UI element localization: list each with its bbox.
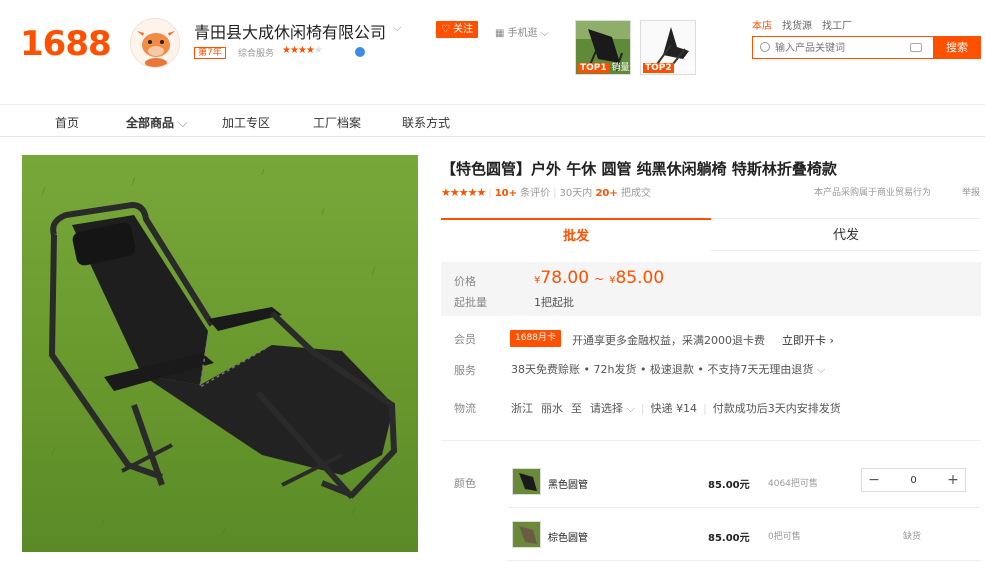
search-tab-sources[interactable]: 找货源 — [782, 21, 812, 32]
moq-label: 起批量 — [454, 296, 487, 309]
open-member-card-link[interactable]: 立即开卡 › — [782, 332, 834, 348]
quantity-input[interactable] — [892, 472, 935, 488]
mobile-shop-link[interactable]: ▦ 手机逛 ⌵ — [495, 24, 548, 39]
member-text: 开通享更多金融权益，采满2000退卡费 — [572, 334, 765, 347]
rating-stars: ★★★★★ — [441, 186, 486, 199]
shop-avatar[interactable] — [130, 18, 180, 68]
black-chair-thumbnail — [513, 469, 540, 494]
search-input[interactable] — [775, 41, 905, 55]
reviews-count[interactable]: 10+ — [495, 188, 517, 199]
member-card-badge: 1688月卡 — [510, 330, 561, 347]
shipping-info: 浙江 丽水至请选择 ⌵ | 快递 ¥14 | 付款成功后3天内安排发货 — [511, 402, 841, 415]
ship-from-province: 浙江 — [511, 402, 533, 415]
price-range: ¥78.00 ~ ¥85.00 — [534, 268, 665, 288]
sku-thumbnail[interactable] — [512, 468, 541, 495]
out-of-stock-label: 缺货 — [903, 532, 922, 542]
sales-count: 20+ — [595, 188, 618, 199]
sku-color-label: 颜色 — [454, 477, 476, 490]
tab-wholesale[interactable]: 批发 — [441, 218, 711, 251]
top-sales-item-2[interactable]: TOP2 销量 — [640, 20, 696, 75]
purchase-mode-tabs: 批发 代发 — [441, 218, 981, 251]
cow-mascot-icon — [131, 19, 179, 67]
chevron-down-icon: ⌵ — [816, 363, 826, 376]
nav-processing[interactable]: 加工专区 — [222, 114, 270, 131]
nav-home[interactable]: 首页 — [55, 114, 79, 131]
reviews-label: 条评价 — [520, 188, 551, 199]
shop-nav: 首页 全部商品 ⌵ 加工专区 工厂档案 联系方式 — [0, 104, 985, 137]
sku-name: 黑色圆管 — [548, 480, 588, 491]
quantity-stepper: − + — [861, 468, 966, 492]
sku-stock: 0把可售 — [768, 532, 801, 542]
shipping-label: 物流 — [454, 402, 476, 415]
tab-dropship[interactable]: 代发 — [711, 218, 981, 251]
increase-button[interactable]: + — [941, 469, 965, 491]
site-logo[interactable]: 1688 — [20, 24, 112, 64]
sales-period: 30天内 — [559, 188, 593, 199]
express-label: 快递 — [650, 402, 673, 415]
search-button[interactable]: 搜索 — [933, 36, 981, 59]
camera-search-icon[interactable] — [910, 43, 922, 52]
search-box — [752, 36, 933, 59]
product-stats: ★★★★★ | 10+ 条评价 | 30天内 20+ 把成交 — [441, 186, 651, 199]
chevron-down-icon: ⌵ — [178, 116, 188, 130]
shop-name[interactable]: 青田县大成休闲椅有限公司 — [194, 19, 386, 43]
sku-thumbnail[interactable] — [512, 521, 541, 548]
follow-button[interactable]: ♡ 关注 — [436, 21, 479, 38]
ship-to-select-label: 请选择 — [590, 402, 623, 415]
search-icon — [760, 42, 770, 52]
product-title: 【特色圆管】户外 午休 圆管 纯黑休闲躺椅 特斯林折叠椅款 — [441, 160, 837, 178]
sku-price: 85.00元 — [708, 480, 750, 491]
search-scope-tabs: 本店 找货源 找工厂 — [752, 17, 862, 32]
chevron-down-icon: ⌵ — [626, 402, 635, 415]
sales-label: 把成交 — [620, 188, 651, 199]
sku-name: 棕色圆管 — [548, 533, 588, 544]
sku-row: 棕色圆管 85.00元 0把可售 缺货 — [507, 521, 981, 561]
sku-selector: 颜色 黑色圆管 85.00元 4064把可售 − + 棕色圆管 85.00元 0… — [441, 440, 981, 563]
nav-all-products[interactable]: 全部商品 ⌵ — [126, 114, 187, 131]
nav-factory-profile[interactable]: 工厂档案 — [313, 114, 361, 131]
ship-to-label: 至 — [571, 402, 582, 415]
ship-to-select[interactable]: 请选择 ⌵ — [590, 402, 635, 415]
follow-label: 关注 — [453, 24, 474, 35]
top-rank-tag: TOP1 销量 — [578, 63, 630, 73]
service-text[interactable]: 38天免费赊账 • 72h发货 • 极速退款 • 不支持7天无理由退货 ⌵ — [511, 361, 825, 377]
sku-row: 黑色圆管 85.00元 4064把可售 − + — [507, 468, 981, 508]
moq-value: 1把起批 — [534, 296, 574, 309]
shop-years-badge: 第7年 — [194, 47, 226, 59]
verified-icon — [355, 47, 365, 57]
chevron-down-icon[interactable]: ⌵ — [393, 21, 401, 35]
decrease-button[interactable]: − — [862, 469, 886, 491]
mobile-label: 手机逛 — [507, 28, 538, 39]
service-rating-stars: ★★★★★ — [282, 45, 323, 56]
price-low: 78.00 — [540, 268, 590, 288]
price-block: 价格 ¥78.00 ~ ¥85.00 起批量 1把起批 — [441, 262, 981, 316]
sku-price: 85.00元 — [708, 533, 750, 544]
chevron-right-icon: › — [829, 334, 834, 347]
search-tab-this-shop[interactable]: 本店 — [752, 21, 772, 32]
top-sales-item-1[interactable]: TOP1 销量 — [575, 20, 631, 75]
nav-all-products-label: 全部商品 — [126, 116, 175, 130]
express-fee: ¥14 — [676, 402, 698, 415]
sku-stock: 4064把可售 — [768, 479, 818, 489]
price-label: 价格 — [454, 275, 476, 288]
open-member-card-label: 立即开卡 — [782, 334, 826, 347]
brown-chair-thumbnail — [513, 522, 540, 547]
search-tab-factories[interactable]: 找工厂 — [822, 21, 852, 32]
zero-gravity-chair-photo — [22, 155, 418, 552]
report-link[interactable]: 举报 — [962, 185, 980, 198]
shop-header: 1688 青田县大成休闲椅有限公司 ⌵ 第7年 综合服务 ★★★★★ ♡ 关注 … — [0, 0, 985, 104]
ship-note: 付款成功后3天内安排发货 — [712, 402, 841, 415]
member-label: 会员 — [454, 333, 476, 346]
heart-icon: ♡ — [441, 24, 450, 35]
service-label: 服务 — [454, 364, 476, 377]
top-rank-tag: TOP2 销量 — [643, 63, 695, 73]
product-main-image[interactable] — [22, 155, 418, 552]
service-rating-label: 综合服务 — [238, 49, 275, 59]
nav-contact[interactable]: 联系方式 — [402, 114, 450, 131]
qr-code-icon: ▦ — [495, 28, 505, 39]
price-high: 85.00 — [615, 268, 665, 288]
ship-from-city: 丽水 — [541, 402, 563, 415]
service-terms: 38天免费赊账 • 72h发货 • 极速退款 • 不支持7天无理由退货 — [511, 363, 814, 376]
trade-note: 本产品采购属于商业贸易行为 — [814, 188, 932, 198]
